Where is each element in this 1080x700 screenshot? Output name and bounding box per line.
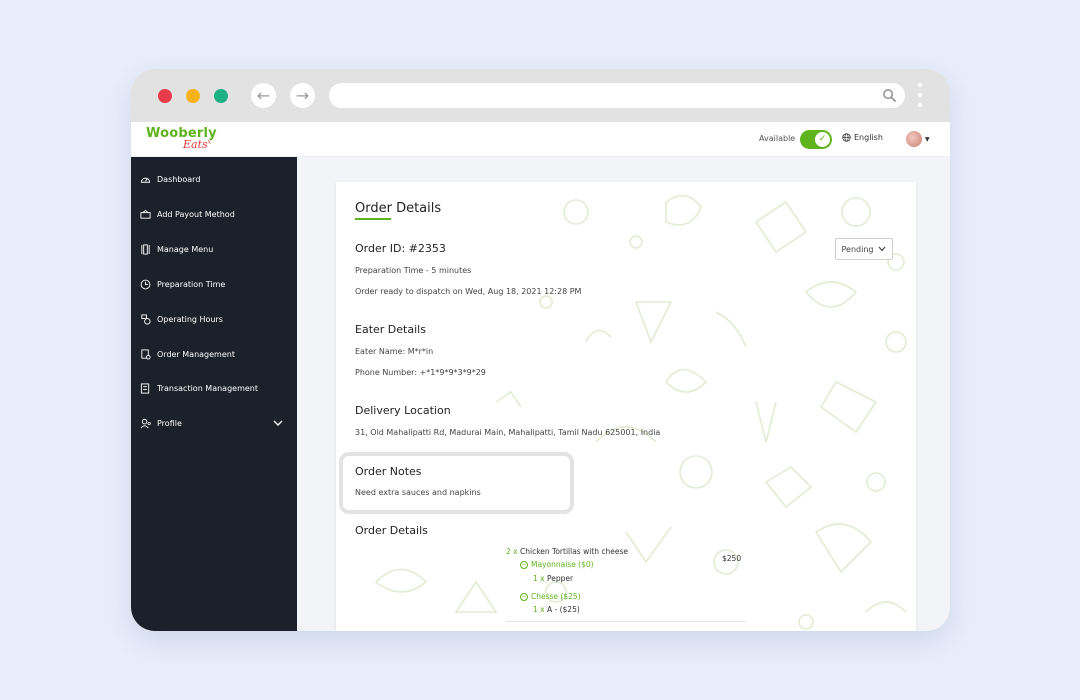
item-price: $250 [722,554,742,563]
check-icon: ✓ [815,132,830,147]
minimize-window-dot[interactable] [186,89,200,103]
modifier-row: − Chesse ($25) [520,592,581,601]
order-items-heading: Order Details [355,524,428,537]
sidebar-item-profile[interactable]: Profile [131,413,297,433]
profile-icon [139,417,151,429]
option-name: A - ($25) [547,605,580,614]
sidebar-item-label: Preparation Time [157,279,226,289]
profile-menu[interactable]: ▼ [906,131,930,147]
sidebar-item-label: Operating Hours [157,314,223,324]
option-name: Pepper [547,574,574,583]
brand-logo[interactable]: Wooberly Eatsx [146,126,217,151]
order-status-dropdown[interactable]: Pending [835,238,893,260]
eater-name: Eater Name: M*r*in [355,347,434,356]
menu-icon [139,243,151,255]
modifier-option: 1 x Pepper [533,574,573,583]
preparation-time: Preparation Time - 5 minutes [355,266,472,275]
chevron-down-icon[interactable] [273,419,283,427]
close-window-dot[interactable] [158,89,172,103]
sidebar-item-label: Add Payout Method [157,209,235,219]
search-icon[interactable] [882,88,897,103]
delivery-address: 31, Old Mahalipatti Rd, Madurai Main, Ma… [355,428,661,437]
sidebar-item-label: Manage Menu [157,244,214,254]
dashboard-gauge-icon [139,173,151,185]
sidebar-item-preparation-time[interactable]: Preparation Time [131,274,297,294]
sidebar-item-operating-hours[interactable]: Operating Hours [131,309,297,329]
kebab-menu-icon[interactable] [917,83,923,111]
caret-down-icon: ▼ [925,135,930,143]
sidebar: Dashboard Add Payout Method Manage Menu … [131,157,297,631]
sidebar-item-label: Profile [157,418,182,428]
back-arrow-icon[interactable]: ← [251,83,276,108]
available-label: Available [759,134,796,143]
modifier-row: − Mayonnaise ($0) [520,560,594,569]
clock-icon [139,278,151,290]
sidebar-item-transaction-management[interactable]: Transaction Management [131,378,297,398]
sidebar-item-add-payout-method[interactable]: Add Payout Method [131,204,297,224]
payout-icon [139,208,151,220]
main-content: Order Details Order ID: #2353 Pending Pr… [297,157,950,631]
sidebar-item-label: Order Management [157,349,235,359]
language-selector[interactable]: English [842,133,883,142]
modifier-name: Mayonnaise ($0) [531,560,594,569]
sidebar-item-label: Transaction Management [157,383,259,393]
item-name: Chicken Tortillas with cheese [520,547,629,556]
modifier-name: Chesse ($25) [531,592,581,601]
eater-phone: Phone Number: +*1*9*9*3*9*29 [355,368,486,377]
transaction-icon [139,382,151,394]
minus-circle-icon: − [520,592,528,601]
availability-toggle[interactable]: ✓ [800,130,832,149]
order-notes-text: Need extra sauces and napkins [355,488,481,497]
dispatch-time: Order ready to dispatch on Wed, Aug 18, … [355,287,582,296]
order-id: Order ID: #2353 [355,242,446,255]
order-icon [139,348,151,360]
order-notes-heading: Order Notes [355,465,422,478]
app-header: Wooberly Eatsx Available ✓ English ▼ [131,122,950,157]
minus-circle-icon: − [520,560,528,569]
order-details-card: Order Details Order ID: #2353 Pending Pr… [336,182,916,631]
option-quantity: 1 x [533,574,545,583]
option-quantity: 1 x [533,605,545,614]
eater-details-heading: Eater Details [355,323,426,336]
sidebar-item-order-management[interactable]: Order Management [131,344,297,364]
globe-icon [842,133,851,142]
browser-window: ← → Wooberly Eatsx Available ✓ English ▼… [131,69,950,631]
delivery-location-heading: Delivery Location [355,404,451,417]
order-notes-box: Order Notes Need extra sauces and napkin… [339,452,574,514]
forward-arrow-icon[interactable]: → [290,83,315,108]
order-status-value: Pending [841,244,874,254]
address-bar[interactable] [329,83,905,108]
language-label: English [854,133,883,142]
avatar [906,131,922,147]
sidebar-item-dashboard[interactable]: Dashboard [131,169,297,189]
maximize-window-dot[interactable] [214,89,228,103]
chevron-down-icon [879,246,886,252]
hours-icon [139,313,151,325]
page-title: Order Details [355,201,442,216]
item-divider [506,621,746,622]
browser-chrome: ← → [131,69,950,122]
modifier-option: 1 x A - ($25) [533,605,580,614]
item-quantity: 2 x [506,547,518,556]
title-underline [355,218,391,220]
sidebar-item-manage-menu[interactable]: Manage Menu [131,239,297,259]
sidebar-item-label: Dashboard [157,174,201,184]
